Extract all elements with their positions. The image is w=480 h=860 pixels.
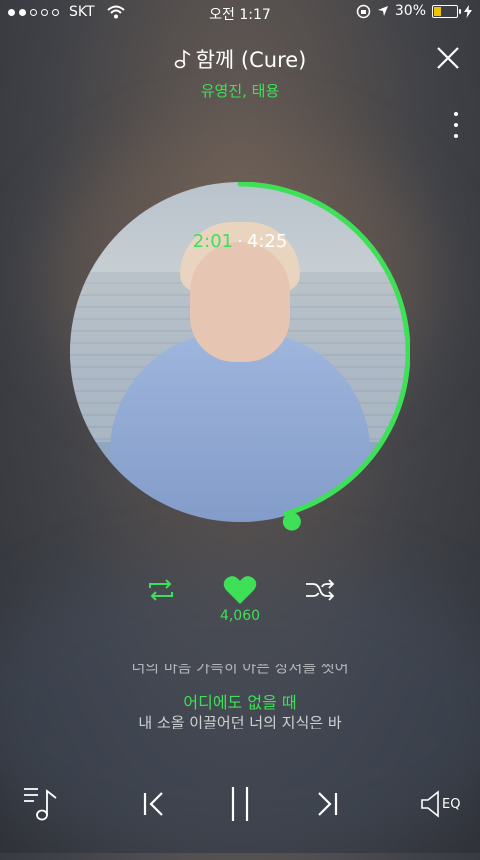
location-arrow-icon [377,6,388,16]
time-readout: 2:01 · 4:25 [70,231,410,252]
bottom-control-bar: EQ [0,773,480,853]
lyric-next-line[interactable]: 내 소올 이끌어던 너의 지식은 바 [0,712,480,729]
next-track-icon[interactable] [313,790,341,818]
song-title-text: 함께 (Cure) [195,48,307,72]
pause-icon[interactable] [228,785,252,823]
battery-percent: 30% [394,3,426,19]
progress-knob[interactable] [282,512,301,531]
playlist-icon[interactable] [22,785,62,823]
elapsed-time: 2:01 [192,231,234,252]
previous-track-icon[interactable] [140,790,168,818]
close-icon[interactable] [434,44,462,72]
more-dot [454,134,458,138]
battery-icon [432,4,461,18]
heart-icon[interactable] [223,574,257,606]
song-title: 함께 (Cure) [0,44,480,74]
more-options-button[interactable] [452,112,460,138]
equalizer-button[interactable]: EQ [420,789,470,819]
artist-name[interactable]: 유영진, 태용 [0,80,480,101]
shuffle-icon[interactable] [304,578,336,602]
more-dot [454,112,458,116]
speaker-icon [421,790,439,818]
total-duration: 4:25 [246,231,288,252]
battery-fill [434,6,441,16]
rotation-lock-icon [356,4,371,18]
like-count: 4,060 [219,608,261,624]
time-separator: · [237,231,243,252]
lyric-current-line[interactable]: 어디에도 없을 때 [0,689,480,713]
lyric-previous-line[interactable]: 너의 마음 가득히 아픈 상처를 씻어 [0,664,480,678]
status-bar: SKT 오전 1:17 30% [0,0,480,24]
eq-label: EQ [442,797,461,812]
album-art-container[interactable]: 2:01 · 4:25 [70,182,410,531]
repeat-icon[interactable] [145,578,177,602]
more-dot [454,123,458,127]
charging-bolt-icon [464,4,472,18]
status-right: 30% [356,3,472,19]
music-note-icon [174,49,191,69]
